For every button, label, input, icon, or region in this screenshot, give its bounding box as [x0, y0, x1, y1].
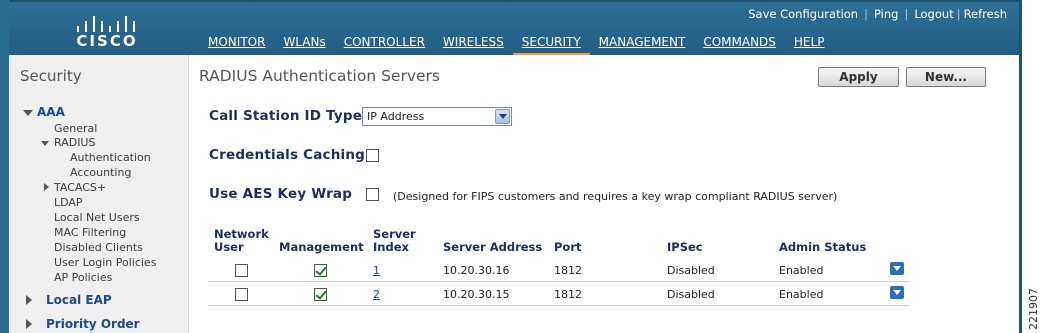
- header-bar: CISCO Save Configuration | Ping | Logout | Ref…: [9, 0, 1019, 57]
- cisco-logo: CISCO: [67, 8, 147, 52]
- network-user-checkbox[interactable]: [235, 264, 248, 277]
- management-checkbox[interactable]: [314, 288, 327, 301]
- header-server-address: Server Address: [443, 240, 543, 254]
- sidebar-item-local-net-users[interactable]: Local Net Users: [54, 211, 140, 224]
- sidebar-item-priority-order[interactable]: Priority Order: [46, 317, 140, 331]
- header-ipsec: IPSec: [667, 240, 703, 254]
- header-server-index: Server Index: [373, 227, 416, 254]
- server-address: 10.20.30.15: [443, 288, 510, 301]
- ipsec-status: Disabled: [667, 288, 715, 301]
- header-management: Management: [279, 240, 364, 254]
- table-row: 2 10.20.30.15 1812 Disabled Enabled: [208, 282, 910, 306]
- expand-arrow-icon[interactable]: [26, 319, 32, 329]
- sidebar-item-mac-filtering[interactable]: MAC Filtering: [54, 226, 126, 239]
- call-station-select[interactable]: IP Address: [362, 107, 512, 126]
- sidebar-item-accounting[interactable]: Accounting: [70, 166, 131, 179]
- tab-commands[interactable]: COMMANDS: [694, 32, 785, 57]
- aes-key-wrap-label: Use AES Key Wrap: [209, 186, 353, 202]
- network-user-checkbox[interactable]: [235, 288, 248, 301]
- row-menu-chevron-icon[interactable]: [890, 286, 904, 299]
- server-port: 1812: [554, 288, 582, 301]
- call-station-value: IP Address: [367, 110, 425, 123]
- sidebar-item-user-login-policies[interactable]: User Login Policies: [54, 256, 156, 269]
- sidebar-title: Security: [20, 67, 82, 85]
- header-admin-status: Admin Status: [779, 240, 867, 254]
- sidebar-item-aaa[interactable]: AAA: [37, 105, 65, 119]
- sidebar-item-general[interactable]: General: [54, 122, 97, 135]
- logout-link[interactable]: Logout: [914, 7, 953, 21]
- logo-text: CISCO: [76, 32, 138, 50]
- refresh-link[interactable]: Refresh: [964, 7, 1007, 21]
- app-frame: CISCO Save Configuration | Ping | Logout | Ref…: [0, 0, 1022, 333]
- aes-key-wrap-checkbox[interactable]: [366, 188, 379, 201]
- expand-arrow-icon[interactable]: [26, 295, 32, 305]
- cisco-bars-icon: [73, 10, 141, 32]
- chevron-down-icon[interactable]: [495, 109, 510, 124]
- credentials-caching-label: Credentials Caching: [209, 147, 366, 163]
- sidebar-item-ldap[interactable]: LDAP: [54, 196, 83, 209]
- tab-help[interactable]: HELP: [785, 32, 834, 57]
- tab-monitor[interactable]: MONITOR: [190, 32, 274, 57]
- table-row: 1 10.20.30.16 1812 Disabled Enabled: [208, 258, 910, 282]
- sidebar-item-disabled-clients[interactable]: Disabled Clients: [54, 241, 143, 254]
- admin-status: Enabled: [779, 288, 824, 301]
- management-checkbox[interactable]: [314, 264, 327, 277]
- sidebar-item-radius[interactable]: RADIUS: [54, 136, 95, 149]
- sidebar-item-ap-policies[interactable]: AP Policies: [54, 271, 112, 284]
- ipsec-status: Disabled: [667, 264, 715, 277]
- expand-arrow-icon[interactable]: [44, 183, 49, 191]
- call-station-label: Call Station ID Type: [209, 108, 363, 124]
- server-address: 10.20.30.16: [443, 264, 510, 277]
- main-nav: MONITOR WLANs CONTROLLER WIRELESS SECURITY MA…: [190, 32, 833, 57]
- utility-links: Save Configuration | Ping | Logout | Refresh: [748, 7, 1007, 21]
- header-network-user: Network User: [214, 227, 269, 254]
- tab-management[interactable]: MANAGEMENT: [590, 32, 695, 57]
- server-index-link[interactable]: 1: [373, 264, 380, 277]
- sidebar-item-local-eap[interactable]: Local EAP: [46, 293, 112, 307]
- row-menu-chevron-icon[interactable]: [890, 262, 904, 275]
- server-port: 1812: [554, 264, 582, 277]
- new-button[interactable]: New...: [906, 67, 986, 87]
- tab-controller[interactable]: CONTROLLER: [335, 32, 434, 57]
- main-content: RADIUS Authentication Servers Apply New.…: [190, 55, 1019, 333]
- collapse-arrow-icon[interactable]: [23, 110, 33, 116]
- admin-status: Enabled: [779, 264, 824, 277]
- credentials-caching-checkbox[interactable]: [366, 149, 379, 162]
- header-port: Port: [554, 240, 582, 254]
- figure-id: 221907: [1027, 288, 1040, 330]
- ping-link[interactable]: Ping: [874, 7, 898, 21]
- aes-key-wrap-note: (Designed for FIPS customers and require…: [393, 190, 838, 203]
- apply-button[interactable]: Apply: [818, 67, 899, 87]
- tab-wlans[interactable]: WLANs: [274, 32, 334, 57]
- sidebar-item-authentication[interactable]: Authentication: [70, 151, 151, 164]
- page-title: RADIUS Authentication Servers: [199, 67, 440, 85]
- collapse-arrow-icon[interactable]: [41, 141, 49, 146]
- sidebar: Security AAA General RADIUS Authenticati…: [9, 55, 189, 333]
- server-index-link[interactable]: 2: [373, 288, 380, 301]
- tab-wireless[interactable]: WIRELESS: [434, 32, 513, 57]
- tab-security[interactable]: SECURITY: [512, 32, 590, 57]
- save-configuration-link[interactable]: Save Configuration: [748, 7, 858, 21]
- sidebar-item-tacacs[interactable]: TACACS+: [54, 181, 106, 194]
